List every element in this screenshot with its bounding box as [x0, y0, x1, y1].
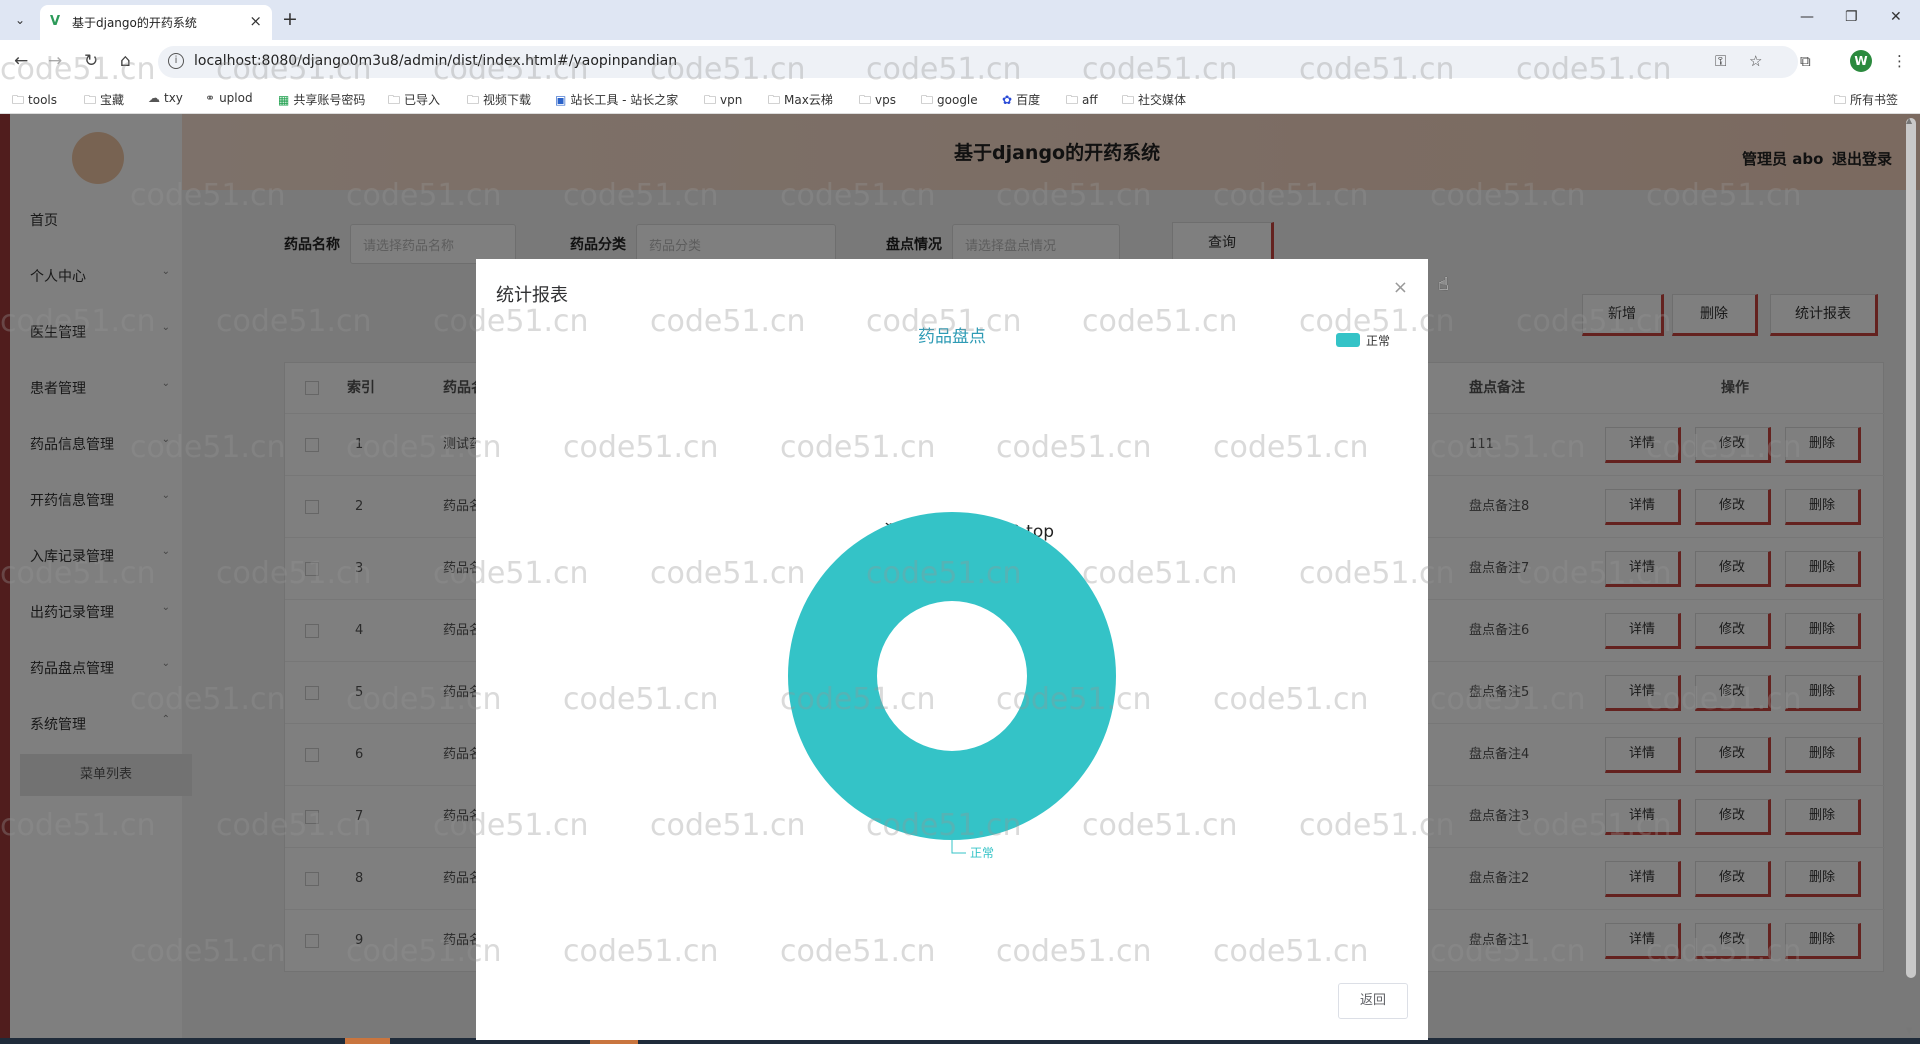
tab-search-icon[interactable]: ⌄: [8, 8, 32, 32]
bookmark-baozang[interactable]: 🗀 宝藏: [84, 91, 124, 112]
tab-close-icon[interactable]: ×: [249, 12, 262, 30]
bookmark-google[interactable]: 🗀 google: [921, 91, 978, 112]
url-text: localhost:8080/django0m3u8/admin/dist/in…: [194, 53, 678, 69]
scroll-up-icon[interactable]: ▲: [1906, 116, 1912, 125]
bookmark-star-icon[interactable]: ☆: [1749, 52, 1762, 70]
back-icon[interactable]: ←: [14, 51, 28, 71]
bookmark-uplod[interactable]: ⚭ uplod: [205, 91, 253, 105]
slice-label: 正常: [970, 846, 994, 860]
bookmark-vps[interactable]: 🗀 vps: [859, 91, 896, 112]
bookmark-imported[interactable]: 🗀 已导入: [388, 91, 440, 112]
folder-icon: 🗀: [1066, 93, 1079, 107]
report-dialog: 统计报表 × 药品盘点 正常 源码久久-code99.top 正常 返回: [476, 259, 1428, 1040]
bookmark-max[interactable]: 🗀 Max云梯: [768, 91, 833, 112]
bookmark-video-download[interactable]: 🗀 视频下载: [467, 91, 531, 112]
browser-menu-icon[interactable]: ⋮: [1892, 52, 1907, 70]
legend-swatch[interactable]: [1336, 333, 1360, 347]
slice-label-line: [951, 840, 966, 854]
folder-icon: 🗀: [467, 93, 480, 107]
folder-icon: 🗀: [704, 93, 717, 107]
chart-legend[interactable]: 正常: [1336, 333, 1390, 348]
folder-icon: 🗀: [859, 93, 872, 107]
bookmark-vpn[interactable]: 🗀 vpn: [704, 91, 742, 112]
site-info-icon[interactable]: i: [168, 53, 184, 69]
folder-icon: 🗀: [1122, 93, 1135, 107]
folder-icon: 🗀: [388, 93, 401, 107]
bookmarks-bar: 🗀 tools 🗀 宝藏 ☁ txy ⚭ uplod ▦ 共享账号密码 🗀 已导入 🗀 视频下…: [0, 84, 1920, 114]
bookmark-aff[interactable]: 🗀 aff: [1066, 91, 1098, 112]
restore-icon[interactable]: ❐: [1845, 9, 1858, 25]
vue-favicon-icon: V: [50, 14, 61, 29]
extensions-icon[interactable]: ⧉: [1800, 52, 1811, 70]
bookmark-baidu[interactable]: ✿ 百度: [1002, 91, 1040, 108]
bookmark-tools[interactable]: 🗀 tools: [12, 91, 57, 112]
legend-label[interactable]: 正常: [1366, 334, 1390, 348]
home-icon[interactable]: ⌂: [120, 51, 131, 71]
mouse-cursor-icon: ☝: [1438, 274, 1449, 295]
tab-title: 基于django的开药系统: [72, 16, 197, 30]
cloud-icon: ☁: [148, 91, 160, 105]
bookmark-all[interactable]: 🗀 所有书签: [1834, 91, 1898, 112]
bookmark-shared-passwords[interactable]: ▦ 共享账号密码: [278, 91, 365, 108]
forward-icon[interactable]: →: [48, 51, 62, 71]
folder-icon: 🗀: [1834, 93, 1847, 107]
new-tab-icon[interactable]: +: [282, 8, 298, 30]
browser-tab[interactable]: V 基于django的开药系统 ×: [40, 5, 272, 40]
address-bar: ← → ↻ ⌂ i localhost:8080/django0m3u8/adm…: [0, 40, 1920, 84]
password-key-icon[interactable]: ⚿: [1715, 52, 1726, 70]
bookmark-chinaz[interactable]: ▣ 站长工具 - 站长之家: [555, 91, 678, 108]
dialog-close-icon[interactable]: ×: [1393, 277, 1408, 298]
scroll-down-icon[interactable]: ▼: [1906, 1026, 1912, 1035]
minimize-icon[interactable]: —: [1800, 9, 1814, 25]
bookmark-social[interactable]: 🗀 社交媒体: [1122, 91, 1186, 112]
link-icon: ⚭: [205, 91, 216, 105]
sheet-icon: ▦: [278, 93, 290, 107]
baidu-icon: ✿: [1002, 93, 1013, 107]
chinaz-icon: ▣: [555, 93, 567, 107]
inventory-pie-chart: 药品盘点 正常 源码久久-code99.top 正常: [788, 327, 1390, 860]
profile-avatar[interactable]: W: [1850, 50, 1872, 72]
page-scrollbar[interactable]: [1906, 118, 1916, 978]
folder-icon: 🗀: [84, 93, 97, 107]
folder-icon: 🗀: [12, 93, 25, 107]
chart-title: 药品盘点: [918, 327, 986, 347]
pie-slice[interactable]: [788, 511, 1116, 841]
window-close-icon[interactable]: ✕: [1890, 9, 1902, 25]
back-button[interactable]: 返回: [1338, 983, 1408, 1019]
dialog-title: 统计报表: [496, 285, 568, 306]
reload-icon[interactable]: ↻: [84, 51, 98, 71]
folder-icon: 🗀: [768, 93, 781, 107]
folder-icon: 🗀: [921, 93, 934, 107]
bookmark-txy[interactable]: ☁ txy: [148, 91, 183, 105]
url-field[interactable]: i localhost:8080/django0m3u8/admin/dist/…: [158, 46, 1798, 78]
browser-tabbar: ⌄ V 基于django的开药系统 × + — ❐ ✕: [0, 0, 1920, 40]
